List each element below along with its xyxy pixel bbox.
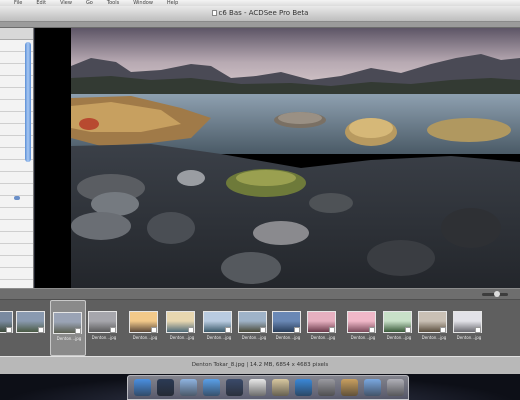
- filmstrip-thumbnail[interactable]: [14, 300, 50, 356]
- thumbnail-label: Denton...jpg: [350, 335, 376, 340]
- mail-icon[interactable]: [180, 379, 197, 396]
- window-title-wrap: c6 Bas - ACDSee Pro Beta: [0, 9, 520, 17]
- folder-icon[interactable]: [364, 379, 381, 396]
- status-bar: Denton Tokar_8.jpg | 14.2 MB, 6854 x 468…: [0, 356, 520, 374]
- filmstrip-thumbnail[interactable]: Denton...jpg: [236, 300, 272, 356]
- thumbnail-badge-icon: [38, 327, 44, 333]
- thumbnail-label: Denton...jpg: [386, 335, 412, 340]
- window-title-bar[interactable]: c6 Bas - ACDSee Pro Beta: [0, 6, 520, 22]
- thumbnail-badge-icon: [110, 327, 116, 333]
- thumbnail-badge-icon: [329, 327, 335, 333]
- status-text: Denton Tokar_8.jpg | 14.2 MB, 6854 x 468…: [191, 362, 329, 368]
- document-icon: [211, 10, 217, 16]
- spaces-icon[interactable]: [226, 379, 243, 396]
- thumbnail-label: Denton...jpg: [310, 335, 336, 340]
- filmstrip-thumbnail[interactable]: Denton...jpg: [345, 300, 381, 356]
- filmstrip-thumbnail[interactable]: Denton...jpg: [451, 300, 487, 356]
- filmstrip-thumbnail[interactable]: Denton...jpg: [201, 300, 237, 356]
- thumbnail-label: Denton...jpg: [421, 335, 447, 340]
- left-panel-scrollbar[interactable]: [25, 42, 31, 162]
- thumbnail-label: Denton...jpg: [132, 335, 158, 340]
- left-panel-row[interactable]: [0, 232, 33, 244]
- thumbnail-badge-icon: [75, 328, 81, 334]
- filmstrip-thumbnail[interactable]: Denton...jpg: [381, 300, 417, 356]
- left-panel-row[interactable]: [0, 256, 33, 268]
- thumbnail-label: Denton...jpg: [91, 335, 117, 340]
- thumbnail-size-knob[interactable]: [494, 291, 500, 297]
- thumbnail-badge-icon: [188, 327, 194, 333]
- thumbnail-badge-icon: [294, 327, 300, 333]
- filmstrip-toolbar: [0, 288, 520, 300]
- thumbnail-badge-icon: [225, 327, 231, 333]
- filmstrip-thumbnail[interactable]: Denton...jpg: [164, 300, 200, 356]
- left-panel-row[interactable]: [0, 184, 33, 196]
- thumbnail-label: Denton...jpg: [241, 335, 267, 340]
- thumbnail-label: Denton...jpg: [206, 335, 232, 340]
- left-panel: [0, 28, 34, 288]
- dock: [127, 375, 409, 400]
- thumbnail-badge-icon: [440, 327, 446, 333]
- thumbnail-badge-icon: [6, 327, 12, 333]
- window-title: c6 Bas - ACDSee Pro Beta: [218, 9, 309, 17]
- left-panel-row[interactable]: [0, 208, 33, 220]
- filmstrip-thumbnail[interactable]: Denton...jpg: [127, 300, 163, 356]
- filmstrip-thumbnail[interactable]: Denton...jpg: [86, 300, 122, 356]
- thumbnail-badge-icon: [475, 327, 481, 333]
- trash-icon[interactable]: [387, 379, 404, 396]
- left-panel-marker: [14, 196, 20, 200]
- filmstrip-thumbnail[interactable]: Denton...jpg: [305, 300, 341, 356]
- thumbnail-label: Denton...jpg: [56, 336, 82, 341]
- left-panel-row[interactable]: [0, 220, 33, 232]
- left-panel-row[interactable]: [0, 268, 33, 280]
- system-prefs-icon[interactable]: [318, 379, 335, 396]
- filmstrip-thumbnail[interactable]: Denton...jpg: [416, 300, 452, 356]
- filmstrip-thumbnail[interactable]: Denton...jpg: [270, 300, 306, 356]
- left-panel-row[interactable]: [0, 172, 33, 184]
- image-viewer[interactable]: [35, 28, 520, 288]
- filmstrip: Denton...jpg Denton...jpg Denton...jpg Dent…: [0, 300, 520, 356]
- preview-icon[interactable]: [272, 379, 289, 396]
- itunes-icon[interactable]: [203, 379, 220, 396]
- thumbnail-label: Denton...jpg: [456, 335, 482, 340]
- thumbnail-badge-icon: [369, 327, 375, 333]
- safari-icon[interactable]: [295, 379, 312, 396]
- main-photo: [71, 28, 520, 288]
- address-book-icon[interactable]: [341, 379, 358, 396]
- dashboard-icon[interactable]: [157, 379, 174, 396]
- landscape-photo: [71, 28, 520, 288]
- left-panel-header: [0, 28, 33, 40]
- thumbnail-badge-icon: [151, 327, 157, 333]
- desktop-screen: File Edit View Go Tools Window Help c6 B…: [0, 0, 520, 400]
- filmstrip-thumbnail[interactable]: Denton...jpg: [50, 300, 86, 356]
- thumbnail-badge-icon: [260, 327, 266, 333]
- calendar-icon[interactable]: [249, 379, 266, 396]
- thumbnail-label: Denton...jpg: [169, 335, 195, 340]
- finder-icon[interactable]: [134, 379, 151, 396]
- thumbnail-badge-icon: [405, 327, 411, 333]
- thumbnail-label: Denton...jpg: [275, 335, 301, 340]
- left-panel-row[interactable]: [0, 244, 33, 256]
